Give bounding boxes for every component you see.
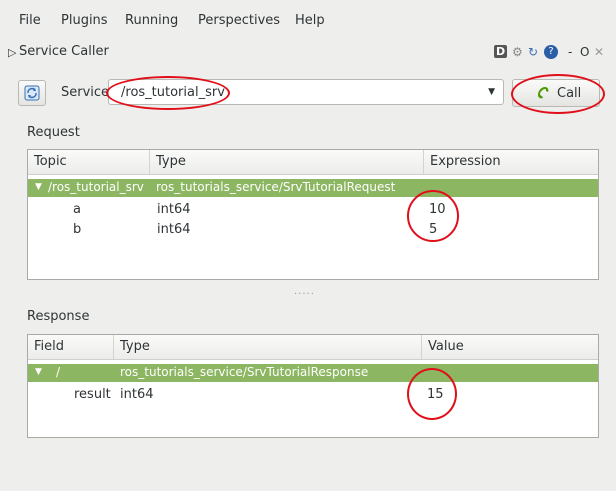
gear-icon[interactable]: ⚙: [512, 45, 523, 59]
field-expression[interactable]: 5: [429, 222, 437, 237]
plugin-title: Service Caller: [19, 44, 109, 59]
plugin-title-bar: ▷ Service Caller D ⚙ ↻ ? - O ✕: [0, 44, 616, 64]
service-value: /ros_tutorial_srv: [121, 85, 225, 100]
service-label: Service: [61, 85, 110, 100]
field-type: int64: [157, 202, 191, 217]
request-table-header: Topic Type Expression: [28, 150, 598, 175]
service-select[interactable]: /ros_tutorial_srv ▼: [108, 79, 504, 105]
request-label: Request: [27, 125, 80, 140]
call-button[interactable]: Call: [512, 79, 600, 107]
menu-help[interactable]: Help: [295, 13, 325, 28]
column-header-value[interactable]: Value: [422, 335, 600, 359]
field-name: a: [73, 202, 81, 217]
expand-triangle-icon[interactable]: ▼: [35, 182, 42, 192]
response-table[interactable]: Field Type Value ▼ / ros_tutorials_servi…: [27, 334, 599, 438]
menu-plugins[interactable]: Plugins: [61, 13, 108, 28]
response-table-header: Field Type Value: [28, 335, 598, 360]
service-toolbar: Service /ros_tutorial_srv ▼ Call: [0, 76, 616, 110]
menu-file[interactable]: File: [19, 13, 41, 28]
table-row[interactable]: ▼ / ros_tutorials_service/SrvTutorialRes…: [28, 364, 598, 382]
refresh-icon: [24, 85, 40, 101]
expand-triangle-icon[interactable]: ▼: [35, 367, 42, 377]
collapse-arrow-icon[interactable]: ▷: [8, 46, 16, 59]
menu-perspectives[interactable]: Perspectives: [198, 13, 280, 28]
column-header-type[interactable]: Type: [114, 335, 422, 359]
close-icon[interactable]: ✕: [594, 45, 604, 59]
field-name: b: [73, 222, 82, 237]
field-type: int64: [120, 387, 154, 402]
minimize-icon[interactable]: -: [568, 45, 572, 59]
table-row[interactable]: ▼ /ros_tutorial_srv ros_tutorials_servic…: [28, 179, 598, 197]
column-header-type[interactable]: Type: [150, 150, 424, 174]
help-doc-icon[interactable]: D: [494, 45, 508, 58]
response-label: Response: [27, 309, 90, 324]
chevron-down-icon: ▼: [488, 87, 495, 97]
menu-running[interactable]: Running: [125, 13, 178, 28]
refresh-services-button[interactable]: [18, 80, 46, 106]
reload-icon[interactable]: ↻: [528, 45, 538, 59]
menu-bar: File Plugins Running Perspectives Help: [0, 0, 616, 36]
help-icon[interactable]: ?: [544, 45, 558, 59]
dock-controls: D ⚙ ↻ ? - O ✕: [488, 44, 608, 64]
request-root-type: ros_tutorials_service/SrvTutorialRequest: [156, 180, 396, 194]
request-root-topic: /ros_tutorial_srv: [48, 180, 144, 194]
field-name: result: [74, 387, 111, 402]
table-row[interactable]: b int64 5: [28, 220, 598, 240]
field-value: 15: [427, 387, 444, 402]
column-header-field[interactable]: Field: [28, 335, 114, 359]
phone-icon: [538, 87, 549, 99]
table-row[interactable]: result int64 15: [28, 385, 598, 405]
request-table[interactable]: Topic Type Expression ▼ /ros_tutorial_sr…: [27, 149, 599, 280]
table-row[interactable]: a int64 10: [28, 200, 598, 220]
response-root-field: /: [56, 365, 61, 379]
response-root-type: ros_tutorials_service/SrvTutorialRespons…: [120, 365, 369, 379]
splitter-handle[interactable]: ·····: [294, 289, 315, 300]
column-header-expression[interactable]: Expression: [424, 150, 600, 174]
column-header-topic[interactable]: Topic: [28, 150, 150, 174]
field-expression[interactable]: 10: [429, 202, 446, 217]
call-label: Call: [557, 86, 582, 101]
restore-icon[interactable]: O: [580, 45, 589, 59]
field-type: int64: [157, 222, 191, 237]
